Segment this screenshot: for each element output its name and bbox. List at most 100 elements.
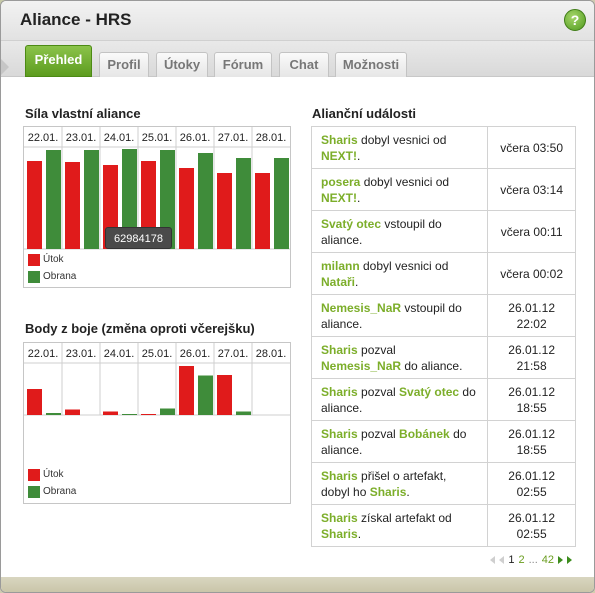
attack-bar[interactable] bbox=[65, 409, 80, 416]
player-link[interactable]: Svatý otec bbox=[399, 385, 459, 399]
legend-item-attack: Útok bbox=[28, 251, 76, 268]
tab-options[interactable]: Možnosti bbox=[335, 52, 407, 77]
tab-profile[interactable]: Profil bbox=[99, 52, 149, 77]
attack-bar[interactable] bbox=[27, 161, 42, 249]
day-label: 24.01. bbox=[104, 348, 135, 360]
player-link[interactable]: NEXT! bbox=[321, 191, 357, 205]
player-link[interactable]: Nataři bbox=[321, 275, 355, 289]
event-text: . bbox=[355, 274, 359, 289]
player-link[interactable]: Sharis bbox=[321, 133, 358, 147]
day-label: 24.01. bbox=[104, 132, 135, 144]
event-text: dobyl vesnici od bbox=[360, 174, 450, 189]
event-text: . bbox=[406, 484, 410, 499]
event-time: 26.01.12 21:58 bbox=[487, 336, 576, 379]
attack-bar[interactable] bbox=[65, 162, 80, 249]
defense-bar[interactable] bbox=[274, 158, 289, 249]
legend-label-attack: Útok bbox=[43, 469, 64, 480]
event-description: Svatý otec vstoupil do aliance. bbox=[310, 210, 489, 253]
tab-forum[interactable]: Fórum bbox=[214, 52, 272, 77]
defense-bar[interactable] bbox=[122, 414, 137, 415]
day-label: 25.01. bbox=[142, 348, 173, 360]
event-description: Sharis pozval Svatý otec do aliance. bbox=[310, 378, 489, 421]
defense-swatch bbox=[28, 270, 40, 283]
player-link[interactable]: Sharis bbox=[321, 527, 358, 541]
event-description: Sharis pozval Nemesis_NaR do aliance. bbox=[310, 336, 489, 379]
event-row: posera dobyl vesnici od NEXT!. včera 03:1… bbox=[310, 168, 576, 211]
legend-item-attack: Útok bbox=[28, 466, 76, 483]
battle-chart-title: Body z boje (změna oproti včerejšku) bbox=[25, 321, 255, 336]
prev-page-icon[interactable] bbox=[499, 556, 505, 564]
strength-chart: 22.01. 23.01. 24.01. 25.01. 26.01. 27.01. 28.0… bbox=[23, 126, 291, 288]
day-label: 28.01. bbox=[256, 348, 287, 360]
event-text: pozval bbox=[357, 384, 400, 399]
event-description: milann dobyl vesnici od Nataři. bbox=[310, 252, 489, 295]
page-ellipsis: ... bbox=[528, 554, 538, 566]
defense-bar[interactable] bbox=[46, 413, 61, 415]
player-link[interactable]: Svatý otec bbox=[321, 217, 381, 231]
player-link[interactable]: Nemesis_NaR bbox=[321, 359, 401, 373]
day-label: 23.01. bbox=[66, 132, 97, 144]
attack-bar[interactable] bbox=[217, 375, 232, 415]
player-link[interactable]: Sharis bbox=[321, 427, 358, 441]
event-text: . bbox=[357, 148, 361, 163]
defense-bar[interactable] bbox=[236, 158, 251, 249]
attack-bar[interactable] bbox=[255, 173, 270, 249]
attack-bar[interactable] bbox=[179, 366, 194, 415]
defense-bar[interactable] bbox=[84, 150, 99, 249]
player-link[interactable]: Sharis bbox=[370, 485, 407, 499]
defense-bar[interactable] bbox=[236, 411, 251, 416]
event-description: Sharis dobyl vesnici od NEXT!. bbox=[310, 126, 489, 169]
page-42-link[interactable]: 42 bbox=[542, 554, 554, 566]
attack-bar[interactable] bbox=[179, 168, 194, 249]
player-link[interactable]: Sharis bbox=[321, 469, 358, 483]
event-row: Sharis získal artefakt od Sharis. 26.01.1… bbox=[310, 504, 576, 547]
page-1-link[interactable]: 1 bbox=[508, 554, 514, 566]
event-description: Sharis získal artefakt od Sharis. bbox=[310, 504, 489, 547]
event-description: Nemesis_NaR vstoupil do aliance. bbox=[310, 294, 489, 337]
help-button[interactable]: ? bbox=[564, 9, 586, 31]
player-link[interactable]: Bobánek bbox=[399, 427, 450, 441]
defense-swatch bbox=[28, 485, 40, 498]
player-link[interactable]: Sharis bbox=[321, 343, 358, 357]
attack-bar[interactable] bbox=[103, 411, 118, 416]
last-page-icon[interactable] bbox=[567, 556, 572, 564]
player-link[interactable]: milann bbox=[321, 259, 360, 273]
legend-item-defense: Obrana bbox=[28, 483, 76, 500]
player-link[interactable]: Nemesis_NaR bbox=[321, 301, 401, 315]
tab-pointer-arrow bbox=[1, 59, 9, 75]
player-link[interactable]: Sharis bbox=[321, 511, 358, 525]
event-row: milann dobyl vesnici od Nataři. včera 00:… bbox=[310, 252, 576, 295]
tab-chat[interactable]: Chat bbox=[279, 52, 329, 77]
tab-strip: Přehled Profil Útoky Fórum Chat Možnosti bbox=[1, 41, 594, 77]
event-row: Sharis pozval Bobánek do aliance. 26.01.1… bbox=[310, 420, 576, 463]
player-link[interactable]: NEXT! bbox=[321, 149, 357, 163]
legend-label-defense: Obrana bbox=[43, 486, 77, 497]
day-label: 27.01. bbox=[218, 132, 249, 144]
defense-bar[interactable] bbox=[198, 153, 213, 249]
legend-label-defense: Obrana bbox=[43, 271, 77, 282]
next-page-icon[interactable] bbox=[558, 556, 563, 564]
day-label: 26.01. bbox=[180, 348, 211, 360]
attack-bar[interactable] bbox=[217, 173, 232, 249]
tab-overview[interactable]: Přehled bbox=[25, 45, 92, 77]
player-link[interactable]: Sharis bbox=[321, 385, 358, 399]
event-row: Sharis přišel o artefakt, dobyl ho Shari… bbox=[310, 462, 576, 505]
tab-attacks[interactable]: Útoky bbox=[156, 52, 208, 77]
event-text: . bbox=[357, 526, 362, 541]
event-description: Sharis pozval Bobánek do aliance. bbox=[310, 420, 489, 463]
player-link[interactable]: posera bbox=[321, 175, 360, 189]
first-page-icon[interactable] bbox=[490, 556, 496, 564]
defense-bar[interactable] bbox=[198, 375, 213, 416]
event-row: Sharis pozval Svatý otec do aliance. 26.0… bbox=[310, 378, 576, 421]
battle-chart-legend: Útok Obrana bbox=[28, 466, 76, 500]
page-2-link[interactable]: 2 bbox=[518, 554, 524, 566]
pagination: 1 2 ... 42 bbox=[490, 554, 572, 566]
attack-bar[interactable] bbox=[141, 414, 156, 415]
defense-bar[interactable] bbox=[160, 408, 175, 416]
window-titlebar: Aliance - HRS ? bbox=[1, 1, 594, 41]
window-title: Aliance - HRS bbox=[20, 10, 132, 29]
alliance-window: Aliance - HRS ? Přehled Profil Útoky Fór… bbox=[0, 0, 595, 593]
attack-bar[interactable] bbox=[27, 389, 42, 415]
day-label: 26.01. bbox=[180, 132, 211, 144]
defense-bar[interactable] bbox=[46, 150, 61, 249]
